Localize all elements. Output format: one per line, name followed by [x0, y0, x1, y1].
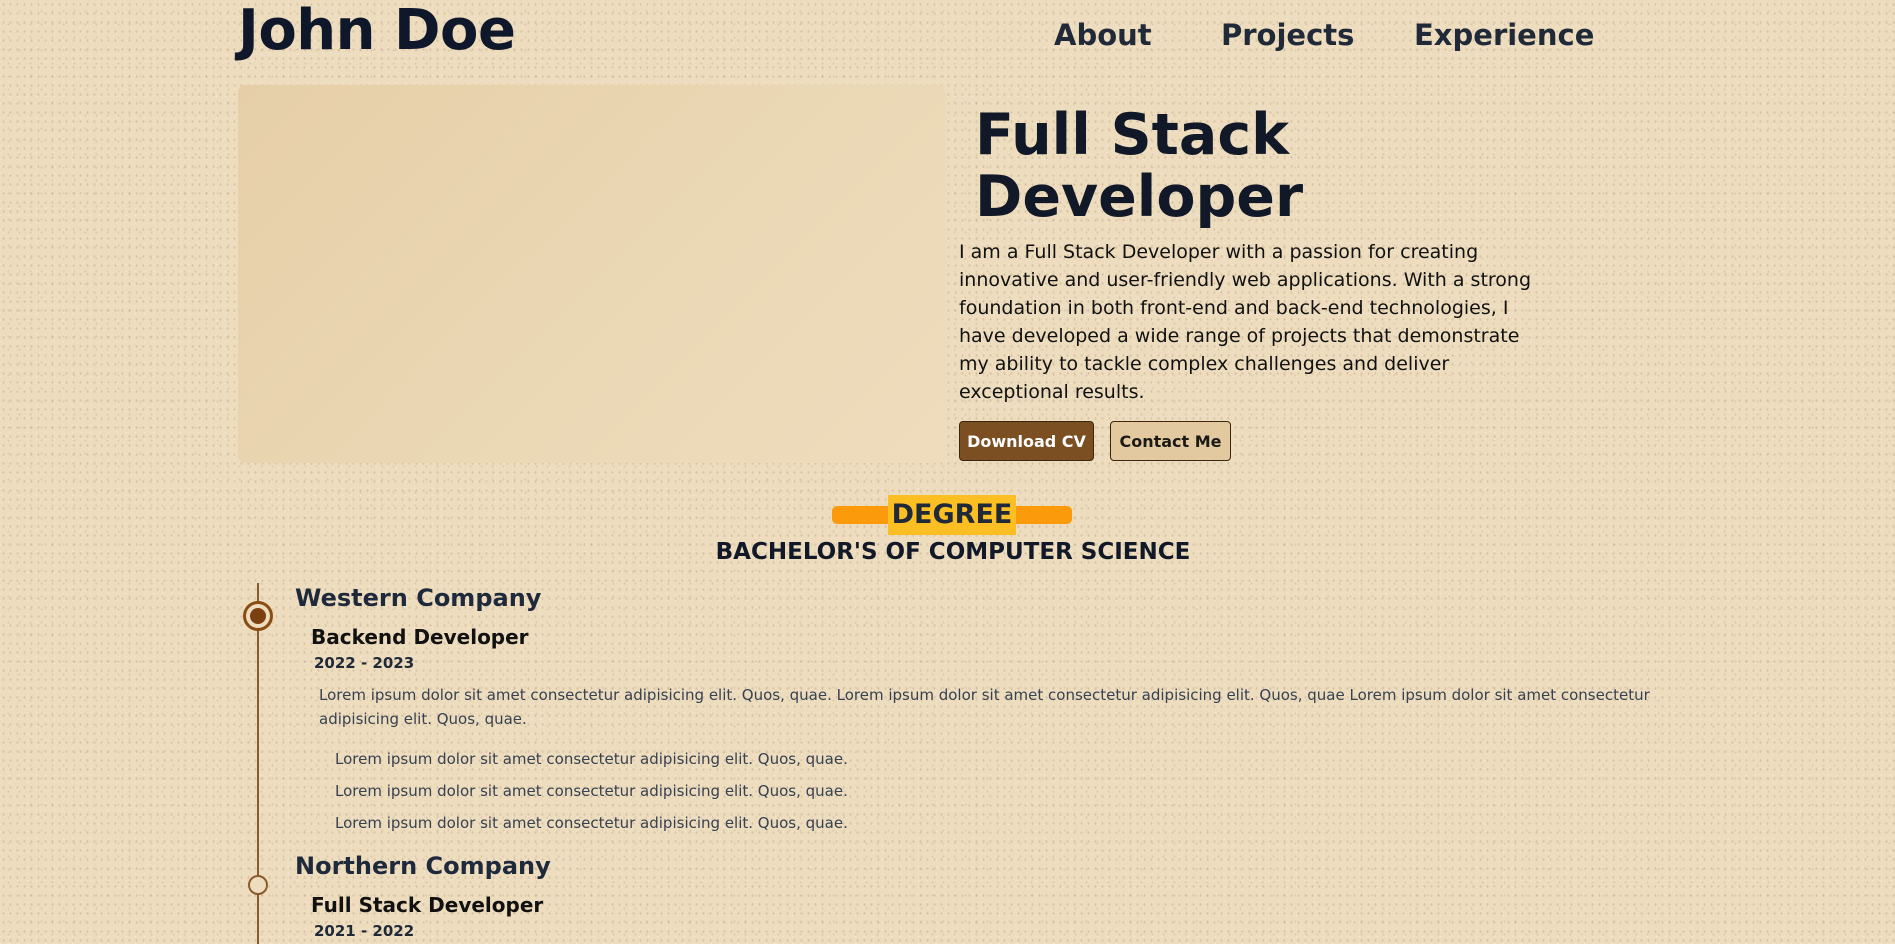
hero-title: Full Stack Developer: [975, 102, 1304, 230]
experience-role: Backend Developer: [311, 625, 529, 649]
timeline-dot[interactable]: [248, 875, 268, 895]
experience-years: 2022 - 2023: [314, 654, 415, 672]
hero-image-placeholder: [238, 85, 946, 463]
experience-years: 2021 - 2022: [314, 922, 415, 940]
experience-company: Western Company: [295, 584, 542, 612]
experience-highlights: Lorem ipsum dolor sit amet consectetur a…: [335, 743, 848, 839]
degree-heading: DEGREE: [832, 494, 1072, 536]
experience-company: Northern Company: [295, 852, 551, 880]
experience-role: Full Stack Developer: [311, 893, 544, 917]
main-nav: About Projects Experience: [1054, 18, 1594, 52]
contact-me-button[interactable]: Contact Me: [1110, 421, 1231, 461]
list-item: Lorem ipsum dolor sit amet consectetur a…: [335, 814, 848, 832]
degree-title: BACHELOR'S OF COMPUTER SCIENCE: [715, 539, 1191, 565]
timeline-dot-active[interactable]: [243, 601, 273, 631]
download-cv-button[interactable]: Download CV: [959, 421, 1094, 461]
experience-description: Lorem ipsum dolor sit amet consectetur a…: [319, 686, 1650, 728]
nav-link-experience[interactable]: Experience: [1414, 18, 1594, 52]
list-item: Lorem ipsum dolor sit amet consectetur a…: [335, 750, 848, 768]
list-item: Lorem ipsum dolor sit amet consectetur a…: [335, 782, 848, 800]
hero-description: I am a Full Stack Developer with a passi…: [959, 241, 1532, 403]
site-name: John Doe: [238, 0, 516, 63]
degree-label: DEGREE: [888, 495, 1016, 535]
nav-link-projects[interactable]: Projects: [1221, 18, 1414, 52]
nav-link-about[interactable]: About: [1054, 18, 1221, 52]
